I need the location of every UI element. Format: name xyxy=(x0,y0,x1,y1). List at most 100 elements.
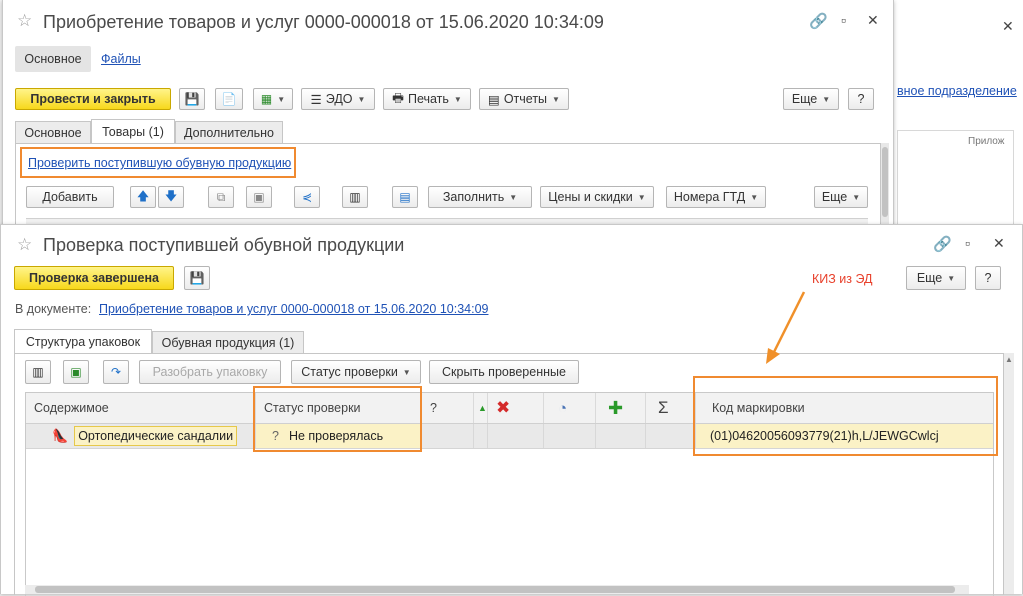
add-button[interactable]: Добавить xyxy=(26,186,114,208)
chevron-down-icon: ▼ xyxy=(357,94,366,104)
row-empty-cell[interactable] xyxy=(646,424,696,448)
header-content[interactable]: Содержимое xyxy=(26,393,256,423)
header-content-label: Содержимое xyxy=(34,401,109,415)
prices-label: Цены и скидки xyxy=(548,190,633,204)
chevron-down-icon: ▼ xyxy=(947,273,956,283)
favorite-star-icon[interactable]: ☆ xyxy=(17,11,32,31)
unpack-button[interactable]: Разобрать упаковку xyxy=(139,360,281,384)
doc-label: В документе: xyxy=(15,302,92,316)
chevron-down-icon: ▼ xyxy=(852,192,861,202)
post-and-close-button[interactable]: Провести и закрыть xyxy=(15,88,171,110)
side-link-fragment[interactable]: вное подразделение xyxy=(897,84,1017,98)
annotation-arrow-icon xyxy=(766,291,806,364)
reports-icon: ▤ xyxy=(488,92,500,107)
close-icon[interactable]: ✕ xyxy=(1002,18,1014,35)
front-more-button[interactable]: Еще ▼ xyxy=(906,266,966,290)
print-button[interactable]: 🖶 Печать ▼ xyxy=(383,88,471,110)
edo-label: ЭДО xyxy=(325,92,353,106)
highlight-check-link xyxy=(20,147,296,178)
reports-label: Отчеты xyxy=(503,92,548,106)
header-add-icon[interactable]: ✚ xyxy=(596,393,646,423)
scrollbar-thumb[interactable] xyxy=(882,147,888,217)
copy-icon[interactable]: ⧉ xyxy=(208,186,234,208)
tab-goods-label: Товары (1) xyxy=(102,124,164,139)
maximize-icon[interactable]: ▫ xyxy=(841,12,846,28)
goods-more-button[interactable]: Еще ▼ xyxy=(814,186,868,208)
move-up-icon[interactable]: 🡅 xyxy=(130,186,156,208)
nav-main-label: Основное xyxy=(24,52,82,66)
print-label: Печать xyxy=(407,92,449,106)
goods-more-label: Еще xyxy=(821,190,848,204)
scroll-up-icon[interactable]: ▲ xyxy=(1005,355,1013,364)
row-empty-cell[interactable] xyxy=(544,424,596,448)
front-help-button[interactable]: ? xyxy=(975,266,1001,290)
create-based-on-icon[interactable]: ▦ ▼ xyxy=(253,88,293,110)
save-icon[interactable]: 💾 xyxy=(179,88,205,110)
chevron-down-icon: ▼ xyxy=(402,367,411,377)
check-status-label: Статус проверки xyxy=(301,365,398,379)
hide-checked-button[interactable]: Скрыть проверенные xyxy=(429,360,579,384)
side-table: Прилож xyxy=(897,130,1014,231)
expand-icon[interactable]: ▣ xyxy=(63,360,89,384)
header-delete-icon[interactable]: ✖ xyxy=(488,393,544,423)
doc-link[interactable]: Приобретение товаров и услуг 0000-000018… xyxy=(99,302,488,316)
document-export-icon[interactable]: 📄 xyxy=(215,88,243,110)
close-icon[interactable]: ✕ xyxy=(867,12,879,29)
tab-goods[interactable]: Товары (1) xyxy=(91,119,175,143)
redo-arrow-icon[interactable]: ↷ xyxy=(103,360,129,384)
header-green-mark-icon[interactable]: ▲ xyxy=(474,393,488,423)
link-icon[interactable]: 🔗 xyxy=(933,235,952,253)
close-icon[interactable]: ✕ xyxy=(993,235,1005,252)
more-label: Еще xyxy=(791,92,818,106)
gtd-button[interactable]: Номера ГТД ▼ xyxy=(666,186,766,208)
row-empty-cell[interactable] xyxy=(596,424,646,448)
front-window-title: Проверка поступившей обувной продукции xyxy=(43,235,405,255)
front-scrollbar[interactable]: ▲ xyxy=(1004,353,1014,594)
header-question-label: ? xyxy=(430,401,437,415)
tab-shoe-products[interactable]: Обувная продукция (1) xyxy=(152,331,304,353)
header-question[interactable]: ? xyxy=(422,393,474,423)
move-down-icon[interactable]: 🡇 xyxy=(158,186,184,208)
tab-additional-label: Дополнительно xyxy=(184,125,274,140)
tab-package-structure[interactable]: Структура упаковок xyxy=(14,329,152,353)
row-empty-cell[interactable] xyxy=(488,424,544,448)
pick-items-icon[interactable]: ▤ xyxy=(392,186,418,208)
tab-shoe-products-label: Обувная продукция (1) xyxy=(161,335,295,350)
row-content-cell[interactable]: 👠 Ортопедические сандалии xyxy=(26,424,256,448)
help-button[interactable]: ? xyxy=(848,88,874,110)
maximize-icon[interactable]: ▫ xyxy=(965,235,970,251)
tab-package-structure-label: Структура упаковок xyxy=(25,334,141,349)
chevron-down-icon: ▼ xyxy=(552,94,560,104)
row-empty-cell[interactable] xyxy=(422,424,474,448)
share-icon[interactable]: ⋞ xyxy=(294,186,320,208)
header-progress-icon[interactable]: ◔ xyxy=(544,393,596,423)
highlight-status-column xyxy=(253,386,422,452)
barcode-icon[interactable]: ▥ xyxy=(342,186,368,208)
chevron-down-icon: ▼ xyxy=(509,192,518,202)
save-icon[interactable]: 💾 xyxy=(184,266,210,290)
tab-additional[interactable]: Дополнительно xyxy=(175,121,283,143)
side-column-header: Прилож xyxy=(968,136,1005,147)
back-scrollbar[interactable] xyxy=(881,143,889,230)
nav-main[interactable]: Основное xyxy=(15,46,91,72)
chevron-down-icon: ▼ xyxy=(750,192,759,202)
favorite-star-icon[interactable]: ☆ xyxy=(17,235,32,255)
prices-button[interactable]: Цены и скидки ▼ xyxy=(540,186,654,208)
scrollbar-thumb[interactable] xyxy=(35,586,955,593)
paste-icon[interactable]: ▣ xyxy=(246,186,272,208)
edo-button[interactable]: ☰ ЭДО ▼ xyxy=(301,88,375,110)
barcode-icon[interactable]: ▥ xyxy=(25,360,51,384)
more-button[interactable]: Еще ▼ xyxy=(783,88,839,110)
check-done-button[interactable]: Проверка завершена xyxy=(14,266,174,290)
link-icon[interactable]: 🔗 xyxy=(809,12,828,30)
fill-label: Заполнить xyxy=(442,190,505,204)
header-sum-icon[interactable]: Σ xyxy=(646,393,696,423)
tab-main[interactable]: Основное xyxy=(15,121,91,143)
back-window-title: Приобретение товаров и услуг 0000-000018… xyxy=(43,12,604,32)
check-status-button[interactable]: Статус проверки ▼ xyxy=(291,360,421,384)
reports-button[interactable]: ▤ Отчеты ▼ xyxy=(479,88,569,110)
header-sum-label: Σ xyxy=(658,398,669,417)
nav-files[interactable]: Файлы xyxy=(101,52,141,66)
fill-button[interactable]: Заполнить ▼ xyxy=(428,186,532,208)
row-empty-cell[interactable] xyxy=(474,424,488,448)
